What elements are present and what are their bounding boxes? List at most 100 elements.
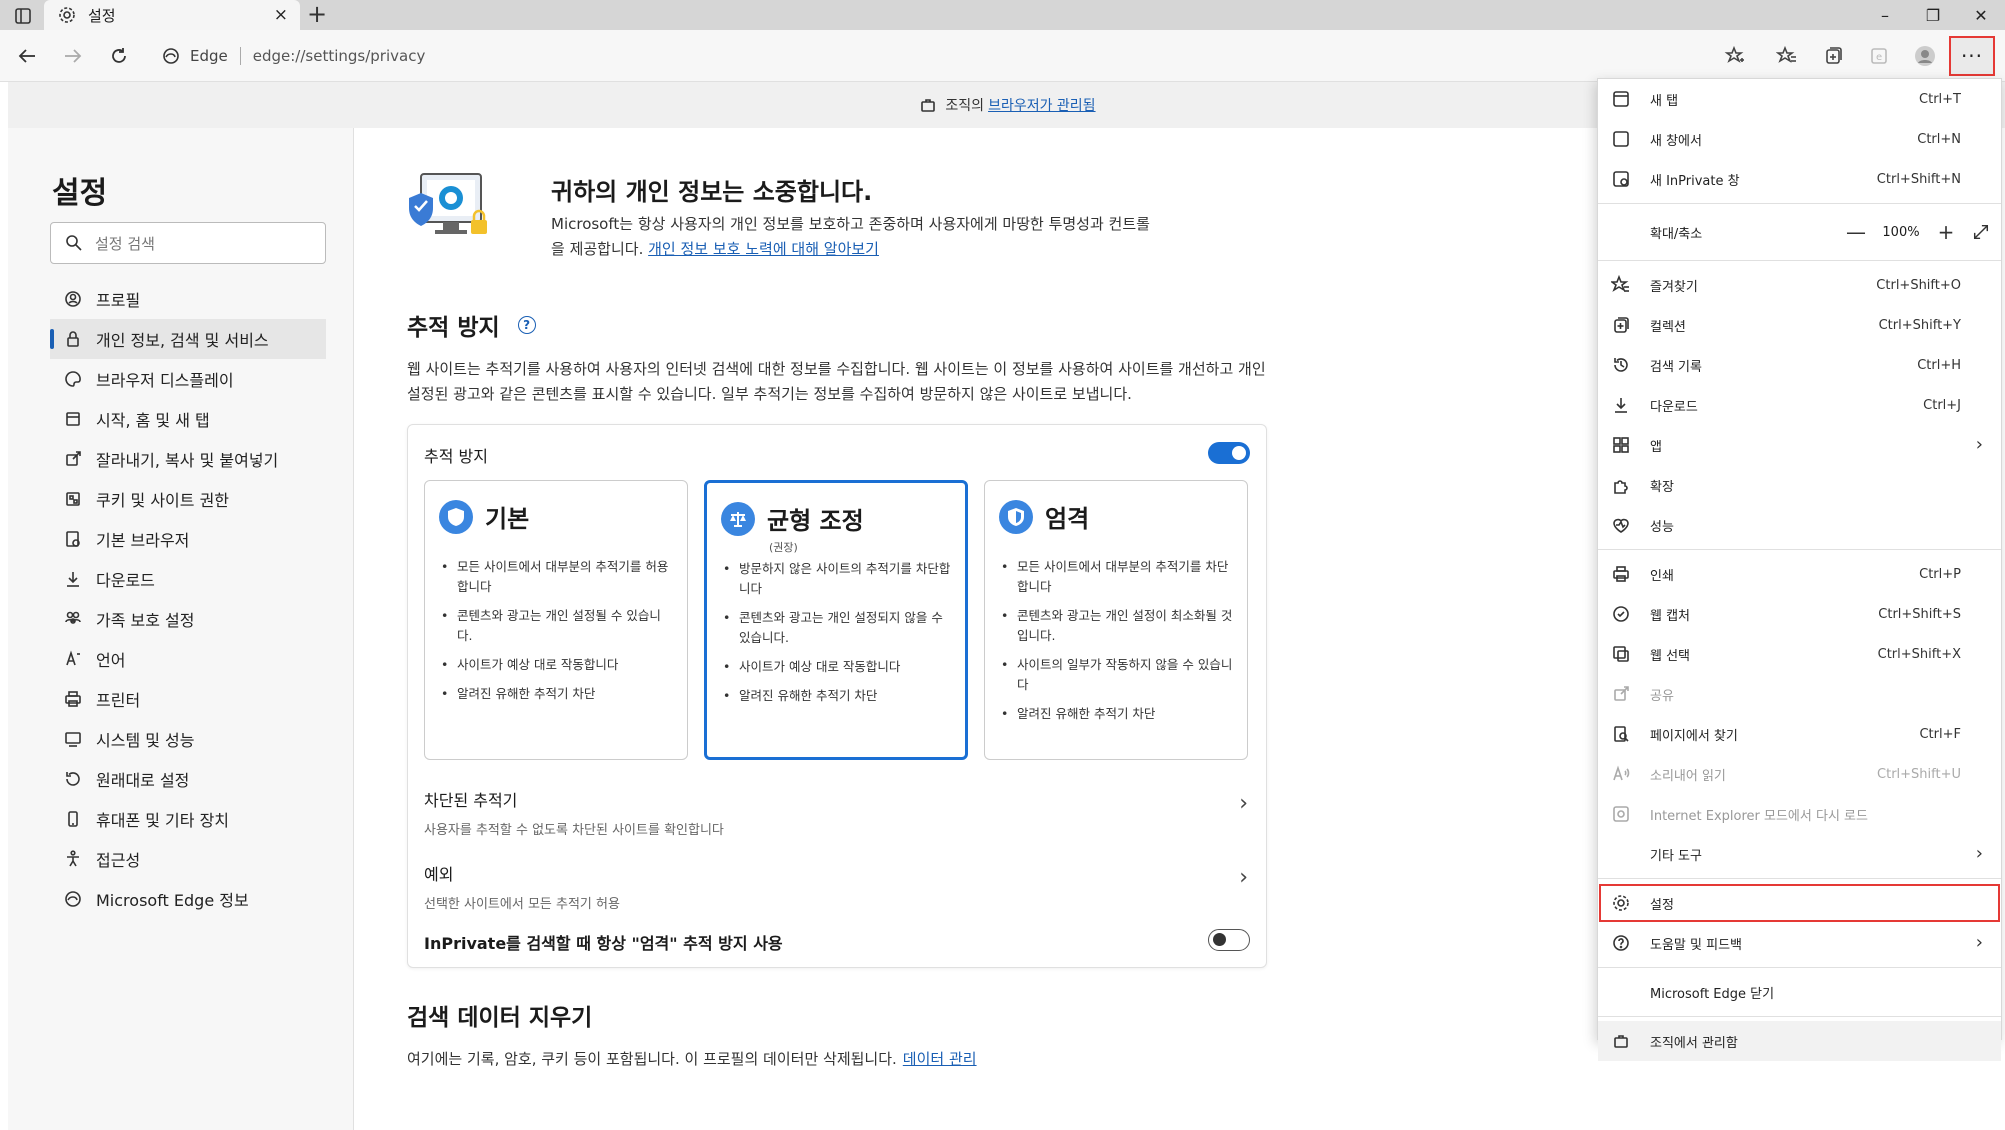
sidebar-item-phone[interactable]: 휴대폰 및 기타 장치 xyxy=(50,799,326,839)
menu-item-web-select[interactable]: 웹 선택 Ctrl+Shift+X xyxy=(1598,634,2001,674)
menu-item-extensions[interactable]: 확장 xyxy=(1598,465,2001,505)
ie-mode-button[interactable]: e xyxy=(1866,43,1892,69)
sidebar-item-family[interactable]: 가족 보호 설정 xyxy=(50,599,326,639)
menu-item-label: 검색 기록 xyxy=(1650,359,1702,375)
menu-separator xyxy=(1598,967,2001,968)
address-bar[interactable]: Edge edge://settings/privacy xyxy=(160,42,425,70)
menu-item-shortcut: Ctrl+N xyxy=(1917,131,1961,147)
strict-shield-icon xyxy=(999,499,1033,534)
edge-label: Edge xyxy=(190,47,228,65)
balance-scale-icon xyxy=(721,501,755,536)
menu-item-read-aloud[interactable]: 소리내어 읽기 Ctrl+Shift+U xyxy=(1598,754,2001,794)
url-text[interactable]: edge://settings/privacy xyxy=(253,47,426,65)
edge-icon xyxy=(160,45,182,67)
sidebar-item-appearance[interactable]: 브라우저 디스플레이 xyxy=(50,359,326,399)
option-bullet: 모든 사이트에서 대부분의 추적기를 허용합니다 xyxy=(439,557,675,597)
refresh-icon xyxy=(112,48,126,63)
refresh-button[interactable] xyxy=(106,43,132,69)
menu-item-help-feedback[interactable]: 도움말 및 피드백 › xyxy=(1598,923,2001,963)
favorites-button[interactable] xyxy=(1774,43,1800,69)
menu-separator xyxy=(1598,878,2001,879)
option-strict[interactable]: 엄격 모든 사이트에서 대부분의 추적기를 차단합니다 콘텐츠와 광고는 개인 … xyxy=(984,480,1248,760)
menu-item-performance[interactable]: 성능 xyxy=(1598,505,2001,545)
new-tab-button[interactable]: + xyxy=(304,2,330,28)
menu-item-new-tab[interactable]: 새 탭 Ctrl+T xyxy=(1598,79,2001,119)
back-button[interactable] xyxy=(14,43,40,69)
menu-item-web-capture[interactable]: 웹 캡처 Ctrl+Shift+S xyxy=(1598,594,2001,634)
sidebar-item-about[interactable]: Microsoft Edge 정보 xyxy=(50,879,326,919)
minimize-button[interactable]: – xyxy=(1861,0,1909,30)
menu-item-new-inprivate[interactable]: 새 InPrivate 창 Ctrl+Shift+N xyxy=(1598,159,2001,199)
fullscreen-icon xyxy=(1973,224,1989,240)
home-icon xyxy=(62,408,84,430)
privacy-hero-description: Microsoft는 항상 사용자의 개인 정보를 보호하고 존중하며 사용자에… xyxy=(551,212,1151,262)
menu-item-share[interactable]: 공유 xyxy=(1598,674,2001,714)
sidebar-item-default-browser[interactable]: 기본 브라우저 xyxy=(50,519,326,559)
menu-item-label: Microsoft Edge 닫기 xyxy=(1650,986,1775,1002)
menu-item-close-edge[interactable]: Microsoft Edge 닫기 xyxy=(1598,972,2001,1012)
privacy-learn-more-link[interactable]: 개인 정보 보호 노력에 대해 알아보기 xyxy=(648,240,879,258)
menu-item-downloads[interactable]: 다운로드 Ctrl+J xyxy=(1598,385,2001,425)
exceptions-row[interactable]: 예외 선택한 사이트에서 모든 추적기 허용 › xyxy=(424,861,1254,912)
blocked-trackers-title: 차단된 추적기 xyxy=(424,791,518,810)
menu-item-collections[interactable]: 컬렉션 Ctrl+Shift+Y xyxy=(1598,305,2001,345)
menu-separator xyxy=(1598,203,2001,204)
menu-item-favorites[interactable]: 즐겨찾기 Ctrl+Shift+O xyxy=(1598,265,2001,305)
settings-and-more-button[interactable]: ··· xyxy=(1949,36,1995,76)
menu-item-print[interactable]: 인쇄 Ctrl+P xyxy=(1598,554,2001,594)
sidebar-item-privacy[interactable]: 개인 정보, 검색 및 서비스 xyxy=(50,319,326,359)
sidebar-item-label: 개인 정보, 검색 및 서비스 xyxy=(96,331,269,350)
manage-data-link[interactable]: 데이터 관리 xyxy=(903,1050,977,1068)
add-favorite-button[interactable] xyxy=(1722,43,1748,69)
menu-item-settings[interactable]: 설정 xyxy=(1598,883,2001,923)
menu-item-managed-by-org[interactable]: 조직에서 관리함 xyxy=(1598,1021,2001,1061)
tab-close-button[interactable]: × xyxy=(274,5,288,25)
inprivate-strict-toggle[interactable] xyxy=(1208,929,1250,951)
settings-sidebar: 설정 설정 검색 프로필 개인 정보, 검색 및 서비스 브라우저 디스플레이 … xyxy=(8,128,354,1130)
menu-item-find-on-page[interactable]: 페이지에서 찾기 Ctrl+F xyxy=(1598,714,2001,754)
edge-icon xyxy=(62,888,84,910)
sidebar-item-cookies[interactable]: 쿠키 및 사이트 권한 xyxy=(50,479,326,519)
restore-button[interactable]: ❐ xyxy=(1909,0,1957,30)
option-basic[interactable]: 기본 모든 사이트에서 대부분의 추적기를 허용합니다 콘텐츠와 광고는 개인 … xyxy=(424,480,688,760)
close-window-button[interactable]: ✕ xyxy=(1957,0,2005,30)
menu-item-new-window[interactable]: 새 창에서 Ctrl+N xyxy=(1598,119,2001,159)
sidebar-item-printers[interactable]: 프린터 xyxy=(50,679,326,719)
menu-item-shortcut: Ctrl+Shift+S xyxy=(1878,606,1961,622)
help-icon[interactable]: ? xyxy=(517,316,536,334)
menu-item-label: 공유 xyxy=(1650,688,1674,704)
sidebar-item-system[interactable]: 시스템 및 성능 xyxy=(50,719,326,759)
menu-item-shortcut: Ctrl+T xyxy=(1919,91,1961,107)
menu-item-more-tools[interactable]: 기타 도구 › xyxy=(1598,834,2001,874)
menu-item-label: 페이지에서 찾기 xyxy=(1650,728,1738,744)
zoom-in-button[interactable]: + xyxy=(1931,220,1961,244)
sidebar-item-share-copy-paste[interactable]: 잘라내기, 복사 및 붙여넣기 xyxy=(50,439,326,479)
download-icon xyxy=(62,568,84,590)
collections-button[interactable] xyxy=(1820,43,1846,69)
favorites-icon xyxy=(1776,45,1796,63)
sidebar-item-profile[interactable]: 프로필 xyxy=(50,279,326,319)
menu-item-ie-mode[interactable]: Internet Explorer 모드에서 다시 로드 xyxy=(1598,794,2001,834)
avatar xyxy=(1915,46,1935,66)
fullscreen-button[interactable] xyxy=(1961,223,2001,241)
tab-settings[interactable]: 설정 × xyxy=(44,0,300,30)
menu-item-shortcut: Ctrl+H xyxy=(1917,357,1961,373)
sidebar-item-accessibility[interactable]: 접근성 xyxy=(50,839,326,879)
tracking-prevention-toggle[interactable] xyxy=(1208,442,1250,464)
settings-search-input[interactable]: 설정 검색 xyxy=(50,222,326,264)
zoom-out-button[interactable]: — xyxy=(1841,220,1871,244)
menu-item-label: 도움말 및 피드백 xyxy=(1650,937,1742,953)
profile-button[interactable] xyxy=(1912,43,1938,69)
banner-managed-link[interactable]: 브라우저가 관리됨 xyxy=(988,95,1096,115)
forward-button[interactable] xyxy=(60,43,86,69)
sidebar-item-start-home[interactable]: 시작, 홈 및 새 탭 xyxy=(50,399,326,439)
menu-item-apps[interactable]: 앱 › xyxy=(1598,425,2001,465)
sidebar-item-downloads[interactable]: 다운로드 xyxy=(50,559,326,599)
sidebar-item-reset[interactable]: 원래대로 설정 xyxy=(50,759,326,799)
menu-item-history[interactable]: 검색 기록 Ctrl+H xyxy=(1598,345,2001,385)
blocked-trackers-row[interactable]: 차단된 추적기 사용자를 추적할 수 없도록 차단된 사이트를 확인합니다 › xyxy=(424,787,1254,838)
option-balanced[interactable]: 균형 조정 (권장) 방문하지 않은 사이트의 추적기를 차단합니다 콘텐츠와 … xyxy=(704,480,968,760)
sidebar-item-languages[interactable]: 언어 xyxy=(50,639,326,679)
print-icon xyxy=(1610,563,1632,585)
tab-actions-icon[interactable] xyxy=(12,5,34,27)
